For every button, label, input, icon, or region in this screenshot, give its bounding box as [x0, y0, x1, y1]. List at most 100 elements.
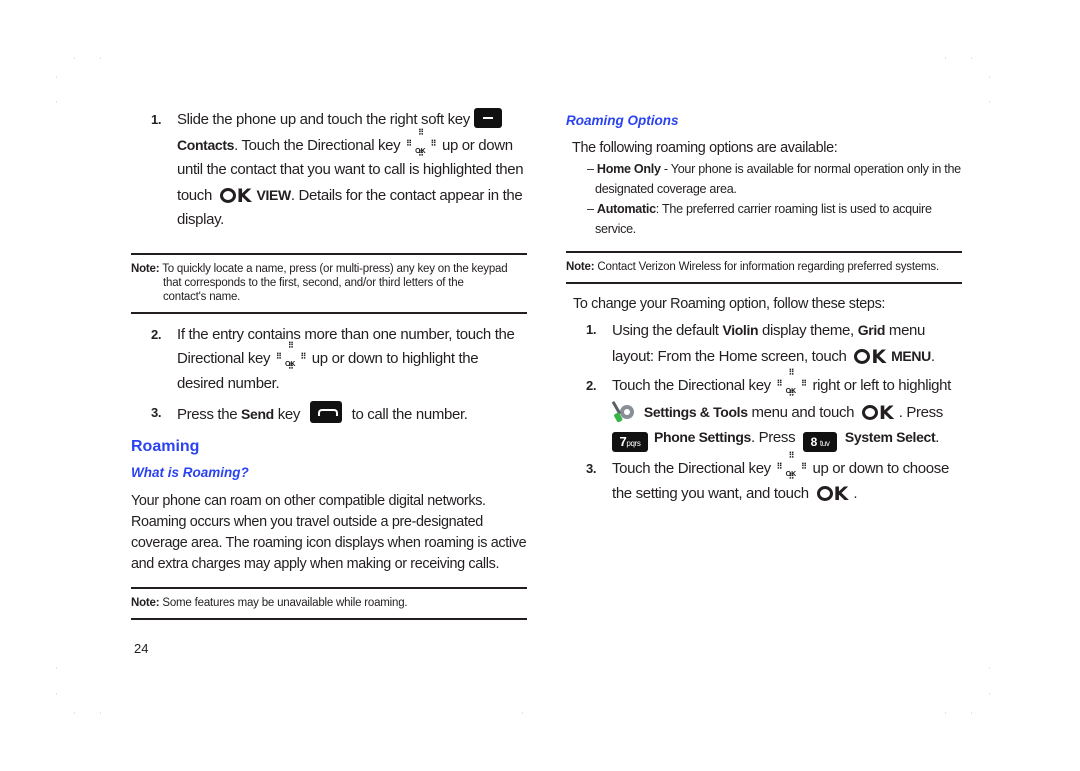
- note-label: Note:: [566, 261, 595, 273]
- key-8-tuv-icon: 8 tuv: [803, 432, 838, 452]
- note-features-unavailable: Note: Some features may be unavailable w…: [131, 586, 527, 620]
- note-label: Note:: [131, 262, 160, 275]
- section-title-roaming: Roaming: [131, 437, 200, 455]
- note-text: that corresponds to the first, second, a…: [163, 276, 464, 289]
- step-3-choose-setting: 3. Touch the Directional key ⠿ ⠿ OK ⠿ ⠿ up o…: [566, 452, 962, 506]
- crop-mark: [74, 57, 75, 59]
- step-text: Touch the Directional key: [612, 377, 771, 394]
- dash: –: [587, 162, 594, 176]
- crop-mark: [100, 57, 101, 59]
- step-1-open-contacts: 1. Slide the phone up and touch the righ…: [131, 108, 527, 233]
- key-letters: tuv: [819, 439, 830, 448]
- step-text: key: [277, 406, 301, 423]
- step-number: 3.: [151, 405, 162, 420]
- ok-key-icon: K: [816, 482, 850, 505]
- directional-key-icon: ⠿ ⠿ OK ⠿ ⠿: [406, 128, 436, 157]
- settings-tools-icon: [612, 400, 634, 422]
- option-home-only: – Home Only - Your phone is available fo…: [566, 159, 962, 199]
- directional-key-icon: ⠿ ⠿ OK ⠿ ⠿: [276, 342, 306, 371]
- step-text: .: [935, 429, 940, 446]
- dash: –: [587, 202, 594, 216]
- crop-mark: [989, 693, 990, 695]
- step-2-system-select: 2. Touch the Directional key ⠿ ⠿ OK ⠿ ⠿ righ…: [566, 369, 962, 452]
- step-text: Slide the phone up and touch the right s…: [177, 111, 470, 128]
- roaming-options-list: – Home Only - Your phone is available fo…: [566, 159, 962, 239]
- ok-k-glyph: K: [878, 401, 895, 424]
- step-text: display theme,: [762, 322, 854, 339]
- key-letters: pqrs: [626, 439, 641, 448]
- step-number: 3.: [586, 461, 597, 476]
- directional-key-icon: ⠿ ⠿ OK ⠿ ⠿: [777, 369, 807, 398]
- ok-key-icon: K: [854, 346, 887, 368]
- step-text: .: [853, 484, 858, 502]
- right-column: Roaming Options The following roaming op…: [566, 108, 962, 506]
- ok-k-glyph: K: [871, 345, 888, 368]
- key-digit: 8: [810, 435, 818, 449]
- crop-mark: [56, 76, 57, 78]
- crop-mark: [56, 101, 57, 103]
- step-text: Press the: [177, 406, 238, 423]
- option-automatic: – Automatic: The preferred carrier roami…: [566, 199, 962, 239]
- subsection-title-what-is-roaming: What is Roaming?: [131, 464, 249, 480]
- step-text: . Press: [898, 403, 944, 421]
- crop-mark: [945, 57, 946, 59]
- key-7-pqrs-icon: 7pqrs: [612, 432, 648, 452]
- crop-mark: [971, 57, 972, 59]
- grid-label: Grid: [857, 322, 886, 338]
- contacts-label: Contacts: [177, 136, 235, 153]
- ok-k-glyph: K: [236, 184, 253, 207]
- step-text: menu and touch: [751, 403, 855, 421]
- step-text: Touch the Directional key: [612, 460, 771, 477]
- step-text: . Touch the Directional key: [234, 136, 401, 154]
- option-name: Home Only: [596, 162, 661, 176]
- steps-intro: To change your Roaming option, follow th…: [573, 296, 886, 312]
- violin-label: Violin: [722, 322, 759, 338]
- note-text: To quickly locate a name, press (or mult…: [162, 262, 508, 275]
- crop-mark: [74, 712, 75, 714]
- crop-mark: [100, 712, 101, 714]
- crop-mark: [989, 101, 990, 103]
- note-text: contact's name.: [163, 290, 241, 303]
- ok-key-icon: K: [861, 401, 895, 424]
- subsection-title-roaming-options: Roaming Options: [566, 113, 679, 128]
- view-label: VIEW: [256, 186, 292, 203]
- crop-mark: [522, 712, 523, 714]
- ok-key-icon: K: [219, 184, 253, 207]
- step-text: right or left to highlight: [812, 377, 952, 394]
- menu-label: MENU: [891, 347, 931, 364]
- step-text: Using the default: [612, 322, 719, 339]
- manual-page: 1. Slide the phone up and touch the righ…: [0, 0, 1080, 771]
- crop-mark: [56, 693, 57, 695]
- system-select-label: System Select: [844, 429, 936, 445]
- left-column: 1. Slide the phone up and touch the righ…: [131, 108, 527, 620]
- step-1-open-menu: 1. Using the default Violin display them…: [566, 318, 962, 369]
- right-soft-key-icon: [473, 108, 502, 128]
- note-contact-verizon: Note: Contact Verizon Wireless for infor…: [566, 251, 962, 284]
- settings-tools-label: Settings & Tools: [643, 403, 748, 420]
- options-intro: The following roaming options are availa…: [572, 140, 838, 156]
- step-text: to call the number.: [351, 406, 468, 423]
- directional-key-icon: ⠿ ⠿ OK ⠿ ⠿: [777, 452, 807, 481]
- crop-mark: [945, 712, 946, 714]
- ok-k-glyph: K: [833, 482, 850, 505]
- step-number: 1.: [151, 112, 162, 127]
- page-number: 24: [134, 641, 149, 656]
- send-key-icon: [309, 401, 342, 423]
- phone-settings-label: Phone Settings: [654, 429, 751, 445]
- crop-mark: [989, 76, 990, 78]
- note-text: Some features may be unavailable while r…: [162, 596, 408, 609]
- step-text: . Press: [751, 429, 796, 446]
- crop-mark: [971, 712, 972, 714]
- note-text: Contact Verizon Wireless for information…: [597, 261, 939, 273]
- step-number: 2.: [586, 378, 597, 393]
- option-name: Automatic: [596, 202, 656, 216]
- crop-mark: [989, 667, 990, 669]
- step-text: .: [930, 347, 935, 365]
- send-label: Send: [241, 406, 274, 422]
- step-3-send: 3. Press the Send key to call the number…: [131, 401, 527, 428]
- step-number: 1.: [586, 322, 597, 337]
- step-number: 2.: [151, 326, 162, 342]
- roaming-description: Your phone can roam on other compatible …: [131, 492, 527, 572]
- step-2-choose-number: 2. If the entry contains more than one n…: [131, 323, 527, 397]
- note-quick-locate: Note: To quickly locate a name, press (o…: [131, 252, 527, 314]
